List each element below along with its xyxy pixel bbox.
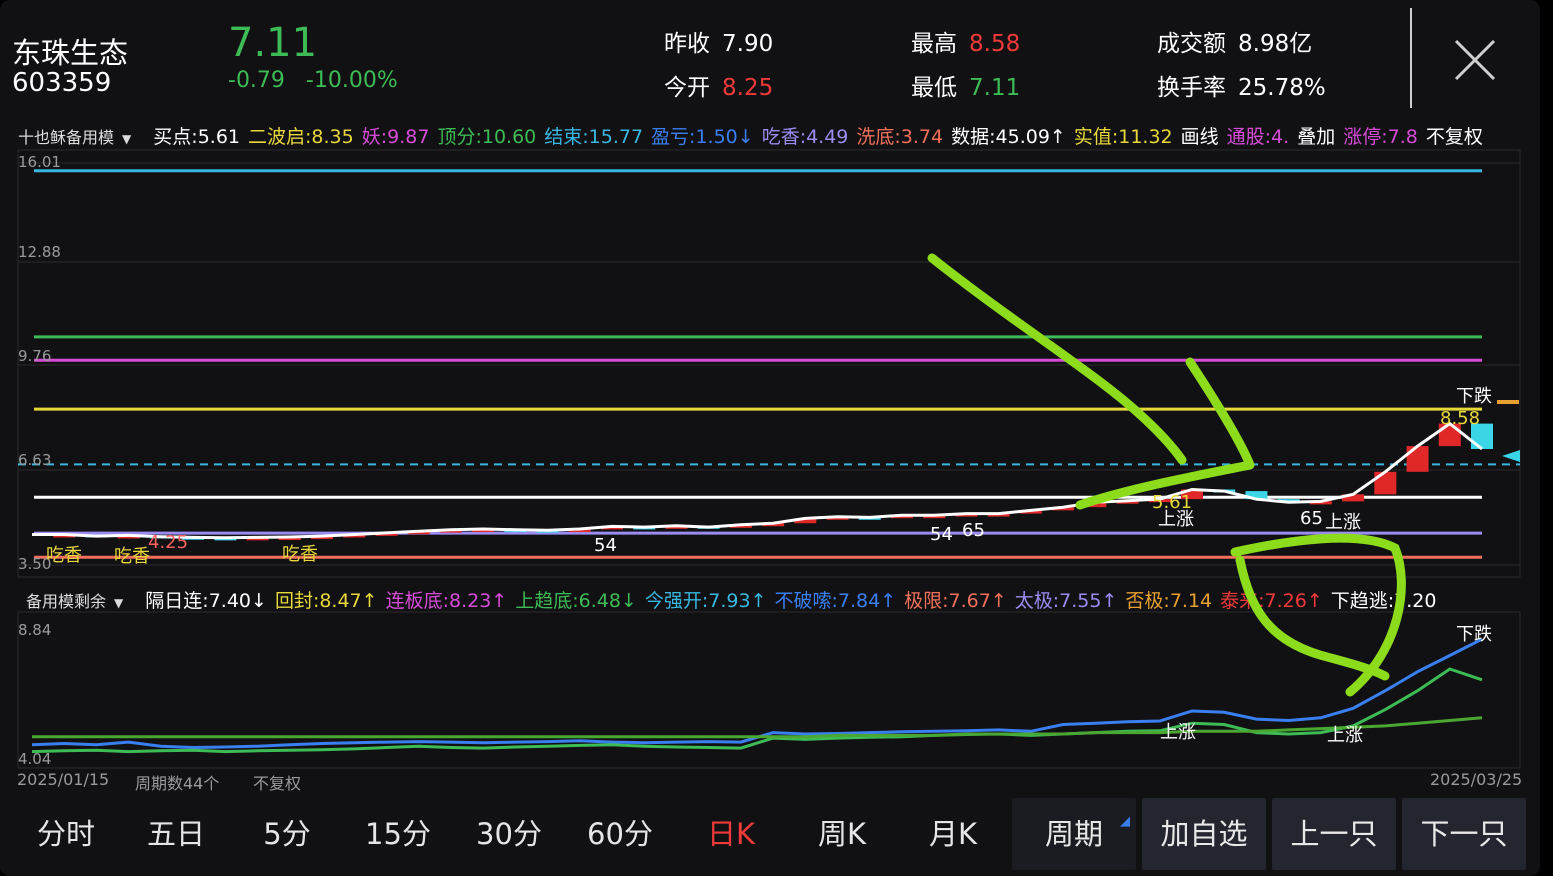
period-tab-bar: 分时 五日 5分 15分 30分 60分 日K 周K 月K 周期 ◢ 加自选 上… (12, 798, 1526, 870)
chart-annotation: 4.25 (148, 532, 188, 553)
sub-series-line (31, 667, 1483, 754)
chart-annotation: 54 (594, 535, 617, 556)
chart-annotation: 54 (930, 524, 953, 545)
chart-annotation: 下跌 (1456, 386, 1492, 407)
chart-annotation: 下跌 (1456, 624, 1492, 645)
chart-annotation: 吃香 (46, 545, 82, 566)
corner-caret-icon: ◢ (1120, 814, 1130, 829)
tab-daily-k[interactable]: 日K (676, 798, 786, 870)
tab-period-menu[interactable]: 周期 ◢ (1012, 798, 1136, 870)
price-pointer (1502, 450, 1520, 462)
chart-annotation: 8.58 (1440, 408, 1480, 429)
period-count: 周期数44个 (135, 774, 220, 793)
main-axis-tick: 6.63 (18, 451, 51, 469)
tab-30min[interactable]: 30分 (454, 798, 564, 870)
chart-annotation: 吃香 (114, 546, 150, 567)
chart-annotation: 5.61 (1152, 492, 1192, 513)
main-plot-frame (17, 149, 1521, 578)
sub-plot-frame (17, 611, 1521, 769)
main-axis-tick: 9.76 (18, 347, 51, 365)
tab-five-day[interactable]: 五日 (120, 798, 232, 870)
chart-annotation: 上涨 (1327, 725, 1363, 746)
chart-annotation: 吃香 (282, 544, 318, 565)
adjust-mode: 不复权 (253, 774, 302, 793)
tab-intraday[interactable]: 分时 (12, 798, 120, 870)
tab-monthly-k[interactable]: 月K (898, 798, 1008, 870)
tab-15min[interactable]: 15分 (342, 798, 454, 870)
main-axis-tick: 16.01 (18, 153, 61, 171)
circle-stroke (1230, 533, 1406, 697)
chart-annotation: 上涨 (1160, 722, 1196, 743)
tab-5min[interactable]: 5分 (232, 798, 342, 870)
tab-weekly-k[interactable]: 周K (786, 798, 898, 870)
date-end: 2025/03/25 (1430, 770, 1523, 789)
main-axis-tick: 12.88 (18, 243, 61, 261)
close-price-line (32, 421, 1483, 540)
candle (1374, 471, 1397, 495)
kline-chart[interactable]: 16.0112.889.766.633.508.844.04 上涨 上涨下跌下跌吃… (0, 0, 1540, 795)
date-start: 2025/01/15 (17, 770, 110, 789)
add-watchlist-button[interactable]: 加自选 (1142, 798, 1266, 870)
next-stock-button[interactable]: 下一只 (1402, 798, 1526, 870)
sub-axis-tick: 4.04 (18, 750, 51, 768)
candle (1406, 446, 1429, 472)
price-marker (1497, 400, 1519, 404)
chart-annotation: 65 (962, 520, 985, 541)
chart-annotation: 上涨 (1325, 512, 1361, 533)
tab-60min[interactable]: 60分 (564, 798, 676, 870)
prev-stock-button[interactable]: 上一只 (1272, 798, 1396, 870)
sub-axis-tick: 8.84 (18, 621, 51, 639)
chart-annotation: 65 (1300, 508, 1323, 529)
